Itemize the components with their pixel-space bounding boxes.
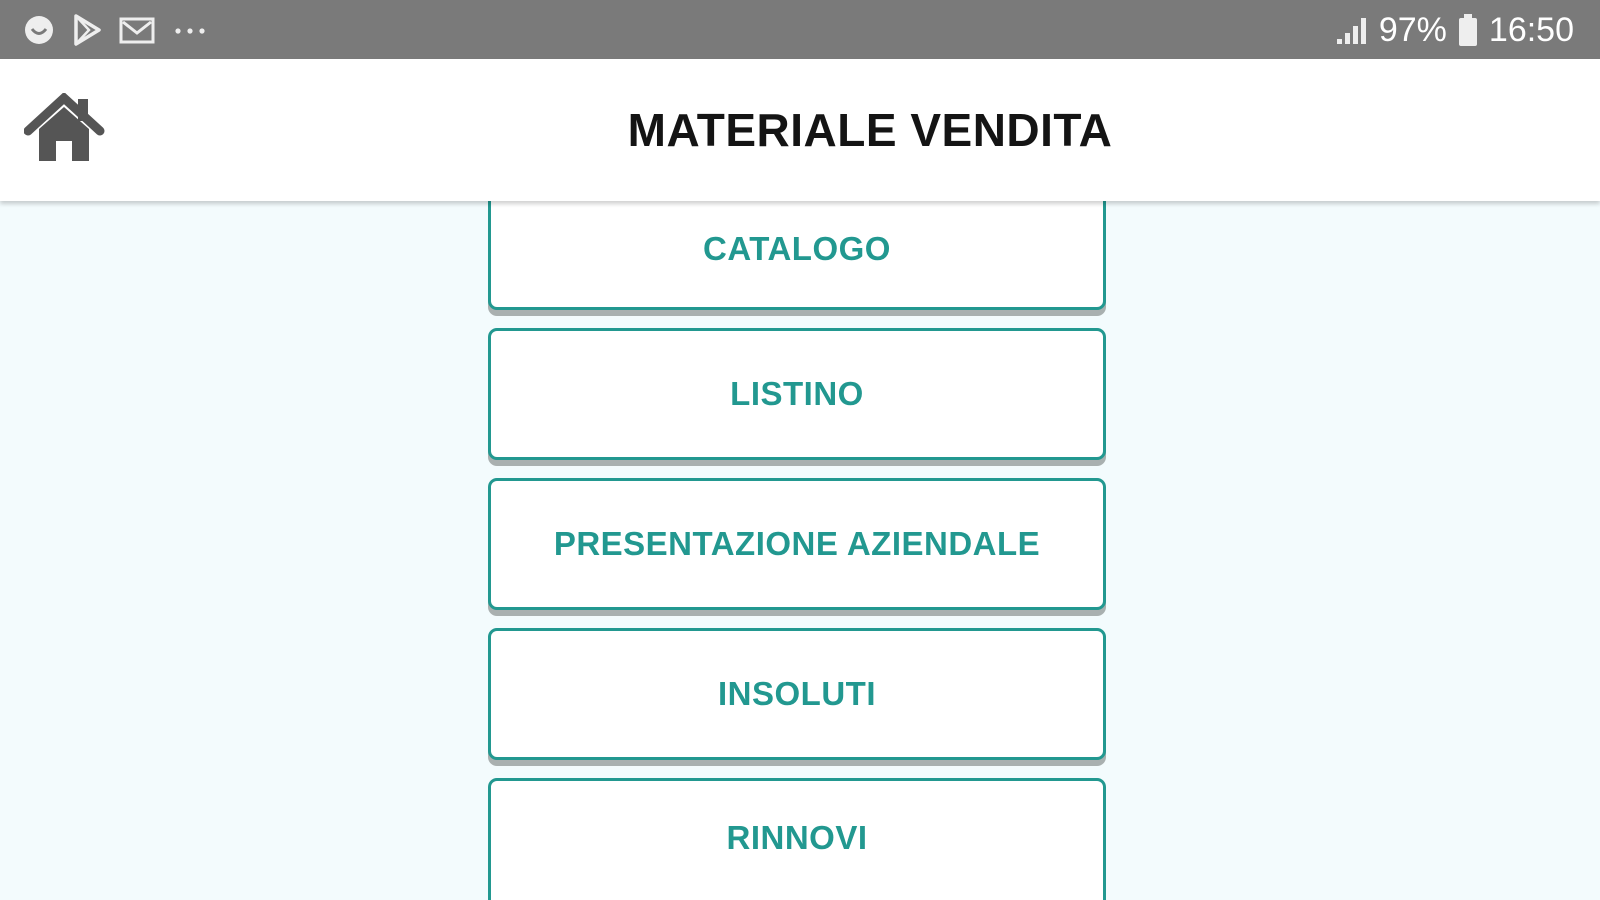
app-header: MATERIALE VENDITA <box>0 59 1600 201</box>
menu-button-listino[interactable]: LISTINO <box>488 328 1106 460</box>
more-dots-icon <box>172 13 208 47</box>
menu-button-label: RINNOVI <box>726 819 868 856</box>
battery-percent: 97% <box>1378 10 1447 49</box>
sales-material-menu: CATALOGO LISTINO PRESENTAZIONE AZIENDALE… <box>488 201 1112 900</box>
clock: 16:50 <box>1488 10 1574 49</box>
smiley-icon <box>22 13 56 47</box>
status-bar: 97% 16:50 <box>0 0 1600 59</box>
notification-icons <box>22 12 208 48</box>
email-icon <box>118 14 156 46</box>
menu-button-label: LISTINO <box>730 375 864 412</box>
menu-button-insoluti[interactable]: INSOLUTI <box>488 628 1106 760</box>
home-button[interactable] <box>24 93 108 165</box>
page-title: MATERIALE VENDITA <box>627 104 1113 156</box>
battery-icon <box>1457 13 1479 47</box>
menu-button-label: INSOLUTI <box>718 675 876 712</box>
system-status: 97% 16:50 <box>1335 10 1574 50</box>
menu-button-label: CATALOGO <box>703 229 891 267</box>
menu-button-presentazione-aziendale[interactable]: PRESENTAZIONE AZIENDALE <box>488 478 1106 610</box>
home-icon <box>24 93 108 165</box>
menu-button-rinnovi[interactable]: RINNOVI <box>488 778 1106 900</box>
menu-button-label: PRESENTAZIONE AZIENDALE <box>553 525 1041 562</box>
signal-icon <box>1335 14 1369 46</box>
play-store-icon <box>72 13 102 47</box>
menu-button-catalogo[interactable]: CATALOGO <box>488 201 1106 310</box>
